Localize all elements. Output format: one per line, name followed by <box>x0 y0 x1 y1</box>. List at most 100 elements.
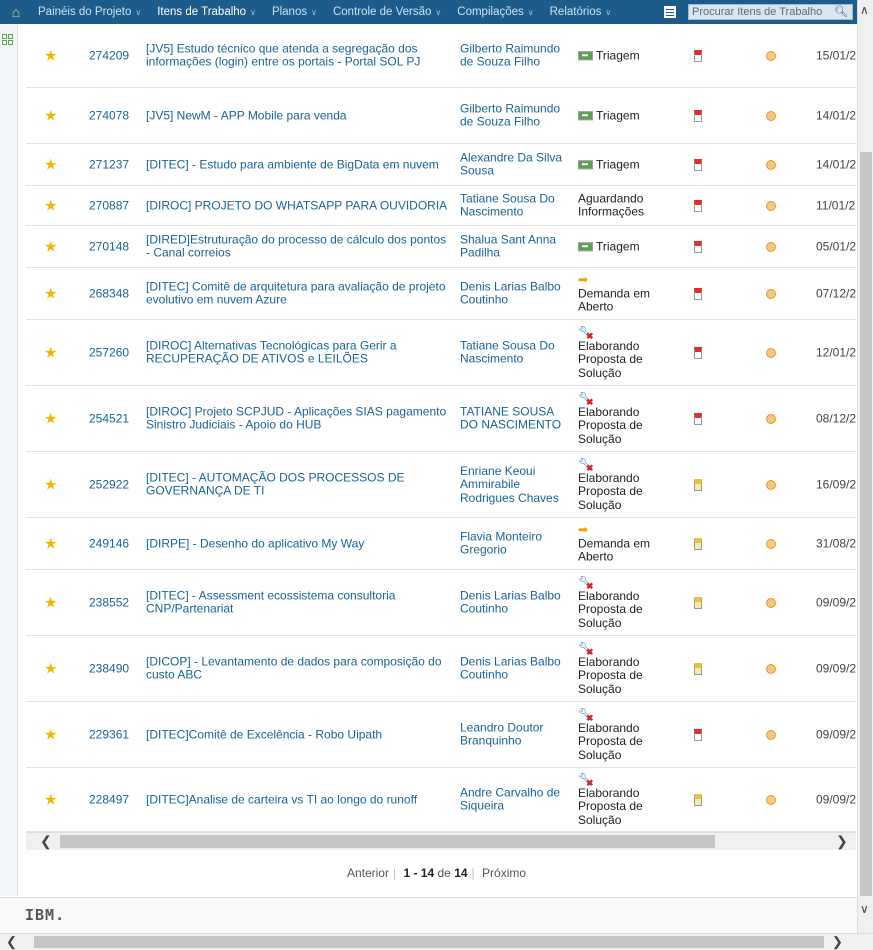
work-item-id[interactable]: 257260 <box>89 345 129 360</box>
status-label: Triagem <box>596 238 640 253</box>
dashboard-grid-icon[interactable] <box>2 34 14 46</box>
status-label: Elaborando Proposta de Solução <box>578 720 643 762</box>
nav-menu-item[interactable]: Controle de Versão ∨ <box>327 6 451 18</box>
scroll-down-icon[interactable]: ∨ <box>860 902 869 916</box>
search-input[interactable]: Procurar Itens de Trabalho 🔍︎ <box>688 4 853 20</box>
scroll-left-icon[interactable]: ❮ <box>6 934 17 950</box>
table-row[interactable]: ★ 252922 [DITEC] - AUTOMAÇÃO DOS PROCESSOS… <box>26 452 856 518</box>
work-item-summary[interactable]: [DITEC] - AUTOMAÇÃO DOS PROCESSOS DE GOV… <box>146 470 451 498</box>
prev-page-link[interactable]: Anterior <box>347 866 389 880</box>
table-row[interactable]: ★ 270148 [DIRED]Estruturação do processo d… <box>26 226 856 268</box>
nav-menu-item[interactable]: Compilações ∨ <box>451 6 543 18</box>
page-horizontal-scrollbar[interactable]: ❮ ❯ <box>0 933 873 950</box>
work-item-owner[interactable]: Denis Larias Balbo Coutinho <box>460 654 570 682</box>
work-item-owner[interactable]: Denis Larias Balbo Coutinho <box>460 279 570 307</box>
favorite-star-icon[interactable]: ★ <box>44 108 57 122</box>
work-item-date: 16/09/2 <box>816 476 856 491</box>
scrollbar-thumb[interactable] <box>860 152 872 896</box>
home-icon[interactable]: ⌂ <box>0 0 32 24</box>
work-item-id[interactable]: 254521 <box>89 411 129 426</box>
nav-menu-item[interactable]: Itens de Trabalho ∨ <box>151 6 266 18</box>
favorite-star-icon[interactable]: ★ <box>44 727 57 741</box>
scroll-left-icon[interactable]: ❮ <box>40 833 52 850</box>
table-row[interactable]: ★ 268348 [DITEC] Comitê de arquitetura par… <box>26 268 856 320</box>
favorite-star-icon[interactable]: ★ <box>44 239 57 253</box>
work-item-summary[interactable]: [JV5] NewM - APP Mobile para venda <box>146 108 451 123</box>
work-item-summary[interactable]: [DIROC] Projeto SCPJUD - Aplicações SIAS… <box>146 404 451 432</box>
table-row[interactable]: ★ 249146 [DIRPE] - Desenho do aplicativo M… <box>26 518 856 570</box>
work-item-owner[interactable]: Tatiane Sousa Do Nascimento <box>460 338 570 366</box>
work-item-summary[interactable]: [DITEC] - Assessment ecossistema consult… <box>146 588 451 616</box>
table-row[interactable]: ★ 274209 [JV5] Estudo técnico que atenda a… <box>26 24 856 88</box>
work-item-id[interactable]: 228497 <box>89 792 129 807</box>
triage-icon <box>578 160 593 170</box>
table-row[interactable]: ★ 238552 [DITEC] - Assessment ecossistema … <box>26 570 856 636</box>
favorite-star-icon[interactable]: ★ <box>44 157 57 171</box>
scrollbar-thumb[interactable] <box>34 936 824 948</box>
scroll-right-icon[interactable]: ❯ <box>832 934 843 950</box>
table-row[interactable]: ★ 254521 [DIROC] Projeto SCPJUD - Aplicaçõ… <box>26 386 856 452</box>
table-row[interactable]: ★ 274078 [JV5] NewM - APP Mobile para vend… <box>26 88 856 144</box>
work-item-id[interactable]: 268348 <box>89 286 129 301</box>
work-item-id[interactable]: 274209 <box>89 48 129 63</box>
work-item-summary[interactable]: [DITEC] - Estudo para ambiente de BigDat… <box>146 157 451 172</box>
favorite-star-icon[interactable]: ★ <box>44 595 57 609</box>
page-vertical-scrollbar[interactable]: ∧ ∨ <box>857 0 873 933</box>
favorite-star-icon[interactable]: ★ <box>44 661 57 675</box>
severity-icon <box>766 288 776 299</box>
work-item-summary[interactable]: [JV5] Estudo técnico que atenda a segreg… <box>146 41 451 69</box>
favorite-star-icon[interactable]: ★ <box>44 286 57 300</box>
favorite-star-icon[interactable]: ★ <box>44 198 57 212</box>
work-item-id[interactable]: 252922 <box>89 477 129 492</box>
work-item-owner[interactable]: Denis Larias Balbo Coutinho <box>460 588 570 616</box>
work-item-id[interactable]: 270887 <box>89 198 129 213</box>
work-item-owner[interactable]: Alexandre Da Silva Sousa <box>460 150 570 178</box>
work-item-owner[interactable]: Enriane Keoui Ammirabile Rodrigues Chave… <box>460 464 570 505</box>
saved-queries-icon[interactable] <box>664 6 676 18</box>
work-item-owner[interactable]: Tatiane Sousa Do Nascimento <box>460 191 570 219</box>
nav-menu-item[interactable]: Painéis do Projeto ∨ <box>32 6 151 18</box>
favorite-star-icon[interactable]: ★ <box>44 536 57 550</box>
work-item-summary[interactable]: [DIRPE] - Desenho do aplicativo My Way <box>146 536 451 551</box>
work-item-summary[interactable]: [DIROC] Alternativas Tecnológicas para G… <box>146 338 451 366</box>
work-item-owner[interactable]: Gilberto Raimundo de Souza Filho <box>460 41 570 69</box>
work-item-summary[interactable]: [DICOP] - Levantamento de dados para com… <box>146 654 451 682</box>
table-horizontal-scrollbar[interactable]: ❮ ❯ <box>26 832 856 850</box>
table-row[interactable]: ★ 257260 [DIROC] Alternativas Tecnológicas… <box>26 320 856 386</box>
work-item-id[interactable]: 238552 <box>89 595 129 610</box>
favorite-star-icon[interactable]: ★ <box>44 48 57 62</box>
work-item-owner[interactable]: Andre Carvalho de Siqueira <box>460 785 570 813</box>
table-row[interactable]: ★ 229361 [DITEC]Comitê de Excelência - Rob… <box>26 702 856 768</box>
work-item-id[interactable]: 274078 <box>89 108 129 123</box>
work-item-summary[interactable]: [DITEC]Comitê de Excelência - Robo Uipat… <box>146 727 451 742</box>
table-row[interactable]: ★ 238490 [DICOP] - Levantamento de dados p… <box>26 636 856 702</box>
nav-menu-item[interactable]: Planos ∨ <box>266 6 327 18</box>
table-row[interactable]: ★ 270887 [DIROC] PROJETO DO WHATSAPP PARA … <box>26 186 856 226</box>
work-item-id[interactable]: 229361 <box>89 727 129 742</box>
scroll-right-icon[interactable]: ❯ <box>836 833 848 850</box>
favorite-star-icon[interactable]: ★ <box>44 411 57 425</box>
work-item-id[interactable]: 249146 <box>89 536 129 551</box>
scrollbar-thumb[interactable] <box>60 835 715 848</box>
work-item-owner[interactable]: TATIANE SOUSA DO NASCIMENTO <box>460 404 570 432</box>
work-item-owner[interactable]: Gilberto Raimundo de Souza Filho <box>460 101 570 129</box>
scroll-up-icon[interactable]: ∧ <box>860 3 869 17</box>
work-item-owner[interactable]: Leandro Doutor Branquinho <box>460 720 570 748</box>
work-item-owner[interactable]: Flavia Monteiro Gregorio <box>460 529 570 557</box>
favorite-star-icon[interactable]: ★ <box>44 477 57 491</box>
table-row[interactable]: ★ 271237 [DITEC] - Estudo para ambiente de… <box>26 144 856 186</box>
nav-menu-item[interactable]: Relatórios ∨ <box>544 6 622 18</box>
work-item-id[interactable]: 238490 <box>89 661 129 676</box>
table-row[interactable]: ★ 228497 [DITEC]Analise de carteira vs TI … <box>26 768 856 832</box>
work-item-summary[interactable]: [DITEC]Analise de carteira vs TI ao long… <box>146 792 451 807</box>
work-item-summary[interactable]: [DIRED]Estruturação do processo de cálcu… <box>146 232 451 260</box>
work-item-id[interactable]: 270148 <box>89 239 129 254</box>
search-icon[interactable]: 🔍︎ <box>834 5 848 18</box>
favorite-star-icon[interactable]: ★ <box>44 345 57 359</box>
work-item-owner[interactable]: Shalua Sant Anna Padilha <box>460 232 570 260</box>
favorite-star-icon[interactable]: ★ <box>44 792 57 806</box>
work-item-summary[interactable]: [DITEC] Comitê de arquitetura para avali… <box>146 279 451 307</box>
work-item-summary[interactable]: [DIROC] PROJETO DO WHATSAPP PARA OUVIDOR… <box>146 198 451 213</box>
work-item-id[interactable]: 271237 <box>89 157 129 172</box>
next-page-link[interactable]: Próximo <box>482 866 526 880</box>
